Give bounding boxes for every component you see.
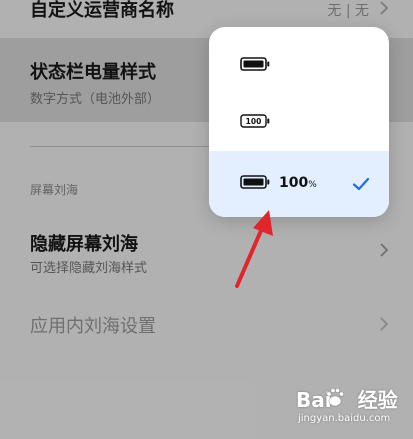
watermark-url: jingyan.baidu.com	[298, 413, 391, 424]
battery-option-icon-only[interactable]	[209, 36, 389, 94]
watermark-logo: Bai 经验	[296, 388, 398, 412]
battery-icon	[240, 175, 270, 189]
paw-icon	[324, 386, 346, 408]
battery-number-label: 100	[246, 117, 262, 126]
checkmark-icon	[350, 173, 372, 195]
battery-option-number-inside[interactable]: 100	[209, 93, 389, 151]
battery-number-icon: 100	[240, 114, 270, 128]
red-arrow-icon	[225, 200, 285, 295]
battery-style-popup: 100 100%	[209, 27, 389, 217]
battery-icon	[240, 57, 270, 71]
battery-percent-label: 100%	[279, 175, 317, 191]
baidu-watermark: Bai 经验 jingyan.baidu.com	[292, 384, 410, 436]
